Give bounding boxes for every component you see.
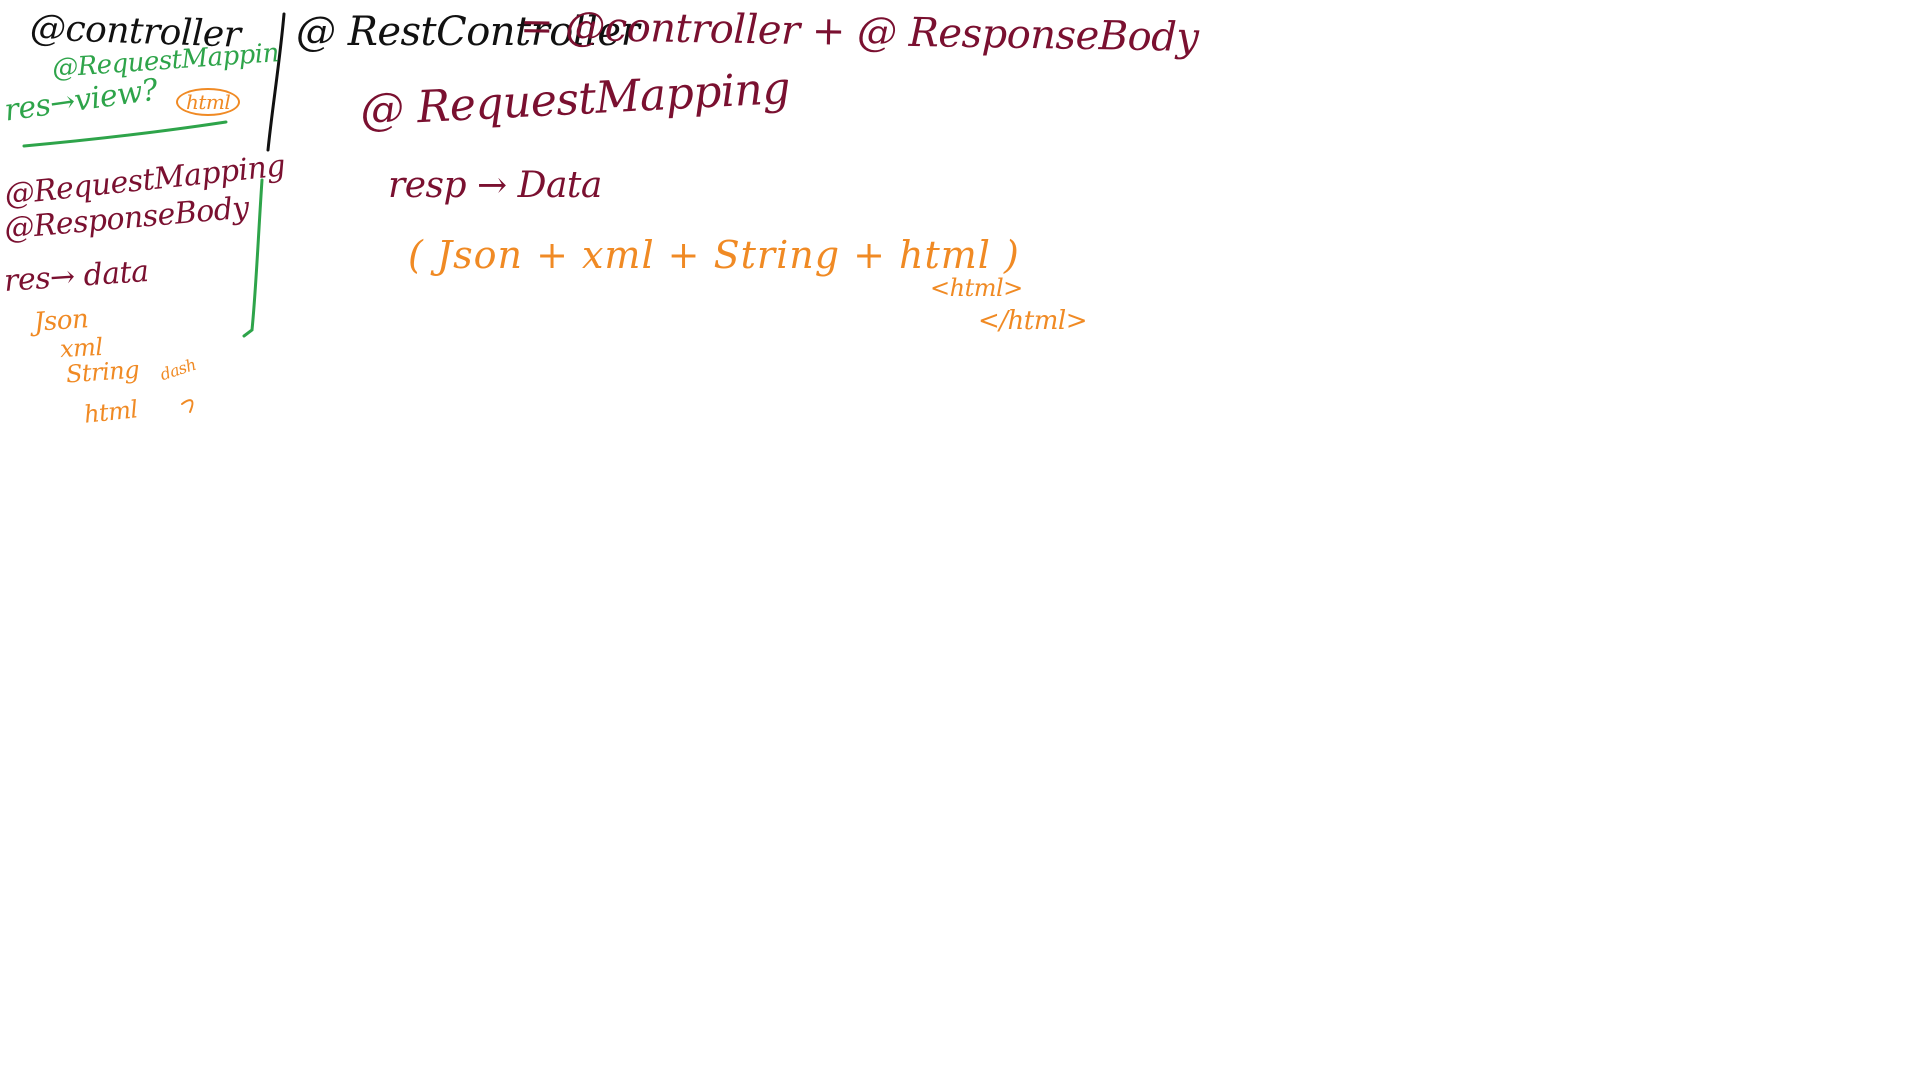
html-open-tag-note: <html> <box>930 274 1023 302</box>
type-string-note: String <box>65 355 140 389</box>
type-json-note: Json <box>33 304 90 338</box>
green-underline <box>22 120 228 148</box>
orange-tick <box>181 399 194 413</box>
rest-controller-formula: = @controller + @ ResponseBody <box>519 3 1199 61</box>
resp-data-note: resp → Data <box>388 165 602 206</box>
html-close-tag-note: </html> <box>978 306 1088 336</box>
whiteboard-canvas: @controller @RequestMappin res→view? htm… <box>0 0 1924 1066</box>
html-circled-note: html <box>176 88 241 116</box>
response-types-note: ( Json + xml + String + html ) <box>408 233 1020 277</box>
type-xml-note: xml <box>59 332 104 364</box>
ink-strokes <box>22 12 286 413</box>
divider-line <box>266 12 286 152</box>
type-html-note: html <box>82 395 139 429</box>
